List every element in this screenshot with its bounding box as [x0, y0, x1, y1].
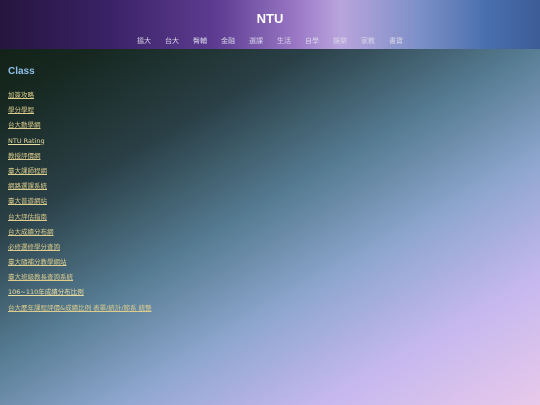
class-link[interactable]: NTU Rating — [8, 137, 45, 145]
nav-item-6[interactable]: 自學 — [298, 36, 326, 46]
main-nav: 搵大 台大 臀輔 金融 選課 生活 自學 娛樂 家教 書寶 — [0, 36, 540, 46]
nav-item-3[interactable]: 金融 — [214, 36, 242, 46]
list-item: 教授評價網 — [8, 145, 152, 160]
nav-item-4[interactable]: 選課 — [242, 36, 270, 46]
class-link[interactable]: 網路選課系統 — [8, 182, 47, 190]
nav-item-8[interactable]: 家教 — [354, 36, 382, 46]
class-link[interactable]: 台大歷年課程評價&成績比例 表單/統計/節系 統整 — [8, 304, 152, 312]
list-item: 加簽攻略 — [8, 84, 152, 99]
list-item: 網路選課系統 — [8, 175, 152, 190]
list-item: 台大歷年課程評價&成績比例 表單/統計/節系 統整 — [8, 297, 152, 312]
class-link[interactable]: 學分學程 — [8, 106, 34, 114]
nav-item-9[interactable]: 書寶 — [382, 36, 410, 46]
section-title: Class — [8, 66, 35, 77]
nav-item-0[interactable]: 搵大 — [130, 36, 158, 46]
list-item: 臺大隨補分教學網站 — [8, 251, 152, 266]
class-link[interactable]: 教授評價網 — [8, 152, 41, 160]
list-item: NTU Rating — [8, 130, 152, 145]
class-link-list: 加簽攻略 學分學程 台大動學網 NTU Rating 教授評價網 臺大課師程網 … — [8, 84, 152, 312]
list-item: 臺大普遊網站 — [8, 190, 152, 205]
class-link[interactable]: 臺大班級教長查詢系統 — [8, 273, 73, 281]
class-link[interactable]: 加簽攻略 — [8, 91, 34, 99]
list-item: 台大評估指南 — [8, 206, 152, 221]
site-title[interactable]: NTU — [0, 11, 540, 26]
class-link[interactable]: 臺大隨補分教學網站 — [8, 258, 67, 266]
class-link[interactable]: 台大動學網 — [8, 121, 41, 129]
nav-item-1[interactable]: 台大 — [158, 36, 186, 46]
list-item: 必修選修學分查詢 — [8, 236, 152, 251]
site-header: NTU 搵大 台大 臀輔 金融 選課 生活 自學 娛樂 家教 書寶 — [0, 0, 540, 49]
nav-item-7[interactable]: 娛樂 — [326, 36, 354, 46]
class-link[interactable]: 台大評估指南 — [8, 213, 47, 221]
class-link[interactable]: 臺大課師程網 — [8, 167, 47, 175]
class-link[interactable]: 106~110年成績分布比例 — [8, 288, 84, 296]
list-item: 106~110年成績分布比例 — [8, 281, 152, 296]
class-link[interactable]: 必修選修學分查詢 — [8, 243, 60, 251]
list-item: 臺大課師程網 — [8, 160, 152, 175]
nav-item-2[interactable]: 臀輔 — [186, 36, 214, 46]
class-link[interactable]: 台大成績分布網 — [8, 228, 54, 236]
list-item: 學分學程 — [8, 99, 152, 114]
list-item: 台大成績分布網 — [8, 221, 152, 236]
list-item: 臺大班級教長查詢系統 — [8, 266, 152, 281]
list-item: 台大動學網 — [8, 114, 152, 129]
class-link[interactable]: 臺大普遊網站 — [8, 197, 47, 205]
nav-item-5[interactable]: 生活 — [270, 36, 298, 46]
